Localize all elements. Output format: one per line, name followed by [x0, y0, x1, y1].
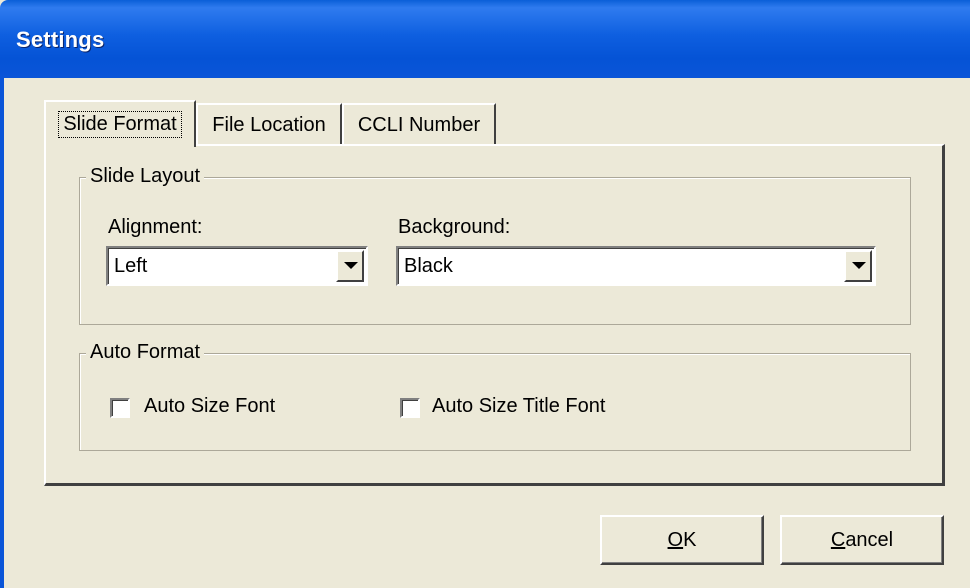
tab-ccli-number-label: CCLI Number [357, 113, 481, 136]
tab-slide-format-label: Slide Format [58, 111, 182, 138]
title-bar[interactable]: Settings [0, 0, 970, 78]
chevron-down-icon [852, 262, 866, 269]
auto-size-title-font-checkbox[interactable] [400, 398, 420, 418]
settings-dialog: Settings Slide Format File Location CCLI… [0, 0, 970, 588]
alignment-value: Left [114, 255, 148, 277]
ok-mnemonic: O [667, 528, 684, 551]
auto-format-legend: Auto Format [86, 341, 205, 364]
chevron-down-icon [344, 262, 358, 269]
ok-button[interactable]: OK [600, 515, 764, 565]
background-value: Black [404, 255, 453, 277]
ok-label-rest: K [683, 528, 697, 551]
cancel-button[interactable]: Cancel [780, 515, 944, 565]
window-frame-left [0, 78, 4, 588]
background-dropdown-button[interactable] [844, 250, 872, 282]
window-title: Settings [16, 27, 105, 52]
tab-panel-slide-format: Slide Layout Alignment: Left Background:… [44, 144, 945, 486]
tab-file-location-label: File Location [212, 113, 326, 136]
slide-layout-legend: Slide Layout [86, 165, 205, 188]
cancel-mnemonic: C [830, 528, 846, 551]
auto-size-font-checkbox[interactable] [110, 398, 130, 418]
auto-size-font-label[interactable]: Auto Size Font [144, 395, 275, 418]
alignment-combo[interactable]: Left [106, 246, 368, 286]
tab-file-location[interactable]: File Location [196, 103, 342, 145]
auto-size-title-font-label[interactable]: Auto Size Title Font [432, 395, 605, 418]
alignment-dropdown-button[interactable] [336, 250, 364, 282]
cancel-label-rest: ancel [845, 528, 894, 551]
background-combo[interactable]: Black [396, 246, 876, 286]
alignment-label: Alignment: [108, 216, 203, 238]
tab-ccli-number[interactable]: CCLI Number [342, 103, 496, 145]
background-label: Background: [398, 216, 511, 238]
tab-slide-format[interactable]: Slide Format [44, 100, 196, 147]
